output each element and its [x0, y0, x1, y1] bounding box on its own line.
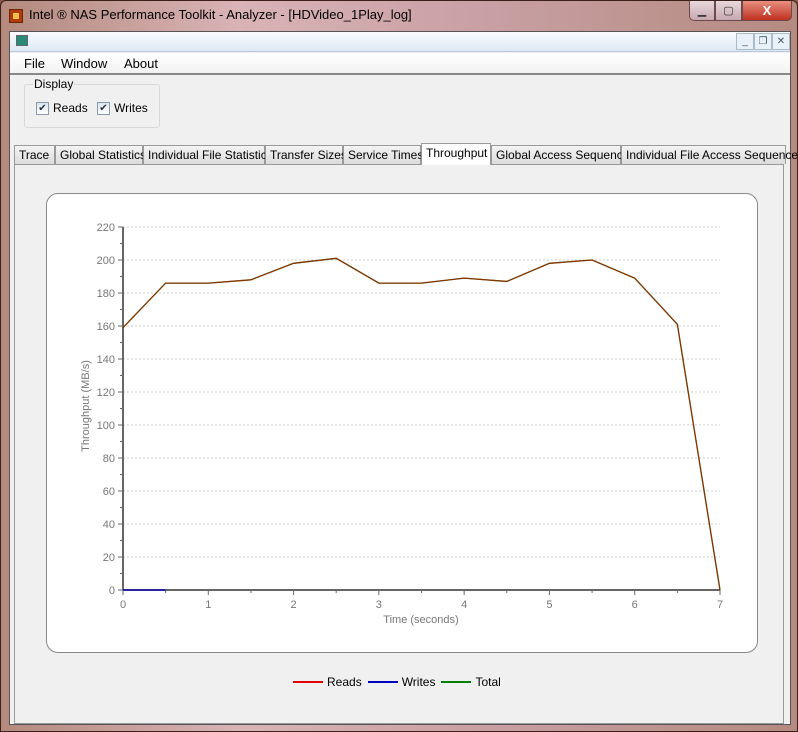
reads-checkbox[interactable]: ✔ Reads: [36, 101, 88, 115]
display-group: Display ✔ Reads ✔ Writes: [24, 77, 160, 128]
x-tick-label: 6: [632, 599, 638, 611]
app-window: Intel ® NAS Performance Toolkit - Analyz…: [0, 0, 798, 732]
x-tick-label: 5: [546, 599, 552, 611]
tab-global-access-sequence[interactable]: Global Access Sequence: [491, 145, 629, 164]
legend-swatch: [367, 681, 398, 683]
y-tick-label: 80: [103, 453, 115, 465]
menu-file[interactable]: File: [24, 56, 45, 71]
legend-label: Writes: [401, 675, 436, 689]
chart-card: Throughput (MB/s) Time (seconds) 0 20 40 60…: [46, 193, 758, 653]
x-tick-label: 0: [120, 599, 126, 611]
throughput-panel: Throughput (MB/s) Time (seconds) 0 20 40 60…: [14, 164, 784, 724]
menu-window[interactable]: Window: [61, 56, 107, 71]
y-tick-label: 180: [97, 288, 115, 300]
checkmark-icon: ✔: [36, 101, 49, 115]
mdi-close-button[interactable]: ✕: [772, 33, 790, 50]
writes-checkbox-label: Writes: [114, 101, 148, 115]
legend-item-total: Total: [441, 675, 501, 689]
chart-legend: Reads Writes Total: [293, 675, 501, 689]
tab-transfer-sizes[interactable]: Transfer Sizes: [265, 145, 347, 164]
legend-label: Reads: [327, 675, 362, 689]
tab-service-times[interactable]: Service Times: [343, 145, 423, 164]
legend-swatch: [441, 681, 472, 683]
y-tick-label: 220: [97, 222, 115, 234]
close-button[interactable]: X: [742, 1, 792, 21]
client-area: _ ❐ ✕ File Window About Display ✔ Reads …: [9, 31, 798, 725]
mdi-minimize-button[interactable]: _: [736, 33, 754, 50]
y-tick-label: 100: [97, 420, 115, 432]
x-tick-label: 1: [205, 599, 211, 611]
x-axis-label: Time (seconds): [383, 614, 458, 626]
document-icon: [16, 35, 28, 46]
minimize-button[interactable]: ▁: [689, 1, 715, 21]
writes-checkbox[interactable]: ✔ Writes: [97, 101, 148, 115]
app-icon: [9, 9, 23, 23]
x-tick-label: 4: [461, 599, 467, 611]
x-tick-label: 2: [291, 599, 297, 611]
series-line-reads: [122, 257, 721, 591]
window-title: Intel ® NAS Performance Toolkit - Analyz…: [29, 7, 412, 22]
tab-individual-file-access-sequence[interactable]: Individual File Access Sequence: [621, 145, 798, 164]
x-tick-label: 3: [376, 599, 382, 611]
legend-swatch: [293, 681, 323, 683]
y-tick-label: 20: [103, 552, 115, 564]
tab-throughput[interactable]: Throughput: [421, 143, 491, 165]
legend-item-reads: Reads: [293, 675, 362, 689]
throughput-chart: Throughput (MB/s) Time (seconds) 0204060…: [80, 222, 723, 626]
y-tick-label: 0: [109, 585, 115, 597]
tab-individual-file-statistics[interactable]: Individual File Statistics: [143, 145, 273, 164]
y-tick-label: 140: [97, 354, 115, 366]
y-tick-label: 60: [103, 486, 115, 498]
mdi-child-bar: _ ❐ ✕: [10, 32, 790, 52]
y-axis-label: Throughput (MB/s): [80, 360, 92, 452]
legend-label: Total: [475, 675, 501, 689]
legend-item-writes: Writes: [367, 675, 436, 689]
y-tick-label: 200: [97, 255, 115, 267]
menu-about[interactable]: About: [124, 56, 158, 71]
menu-bar: File Window About: [10, 53, 790, 75]
tab-global-statistics[interactable]: Global Statistics: [55, 145, 146, 164]
maximize-button[interactable]: ▢: [715, 1, 742, 21]
y-tick-label: 160: [97, 321, 115, 333]
mdi-restore-button[interactable]: ❐: [754, 33, 772, 50]
y-tick-label: 40: [103, 519, 115, 531]
reads-checkbox-label: Reads: [53, 101, 88, 115]
display-group-label: Display: [33, 77, 75, 91]
x-tick-label: 7: [717, 599, 723, 611]
series-line-total: [122, 257, 721, 591]
y-tick-label: 120: [97, 387, 115, 399]
checkmark-icon: ✔: [97, 101, 110, 115]
tab-trace[interactable]: Trace: [14, 145, 55, 164]
